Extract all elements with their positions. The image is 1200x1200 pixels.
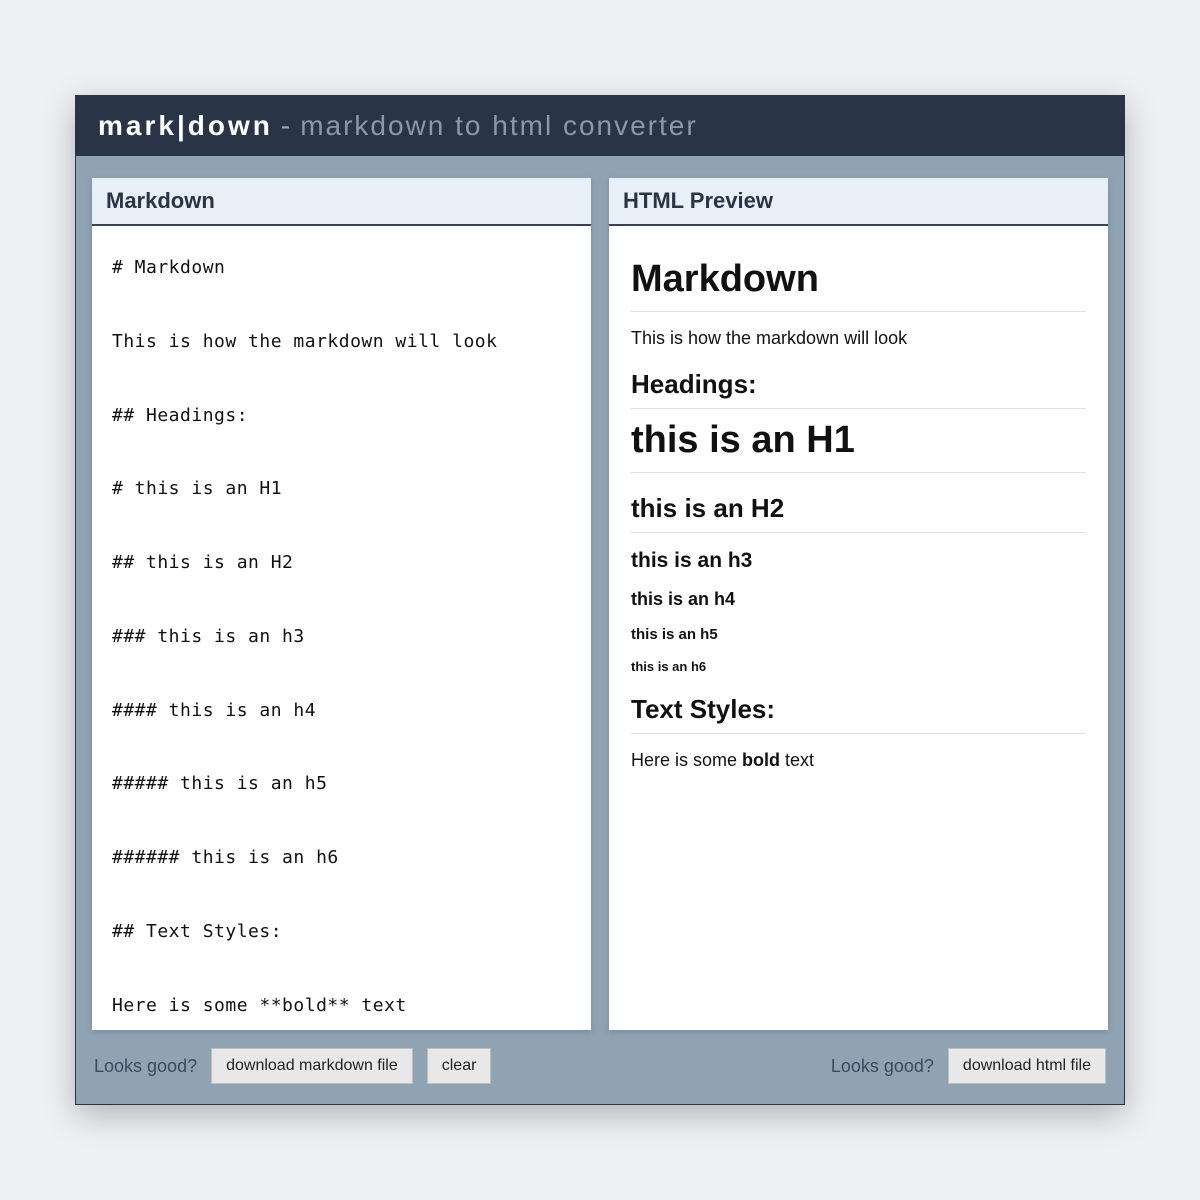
preview-panel: HTML Preview Markdown This is how the ma… xyxy=(609,178,1108,1030)
markdown-input[interactable] xyxy=(92,226,591,1030)
preview-h2-sample: this is an H2 xyxy=(631,493,1086,533)
html-preview: Markdown This is how the markdown will l… xyxy=(609,226,1108,1030)
preview-bold-post: text xyxy=(780,750,814,770)
markdown-panel: Markdown xyxy=(92,178,591,1030)
clear-button[interactable]: clear xyxy=(427,1048,492,1084)
titlebar: mark|down - markdown to html converter xyxy=(76,96,1124,156)
preview-h1-sample: this is an H1 xyxy=(631,419,1086,473)
title-separator: - xyxy=(281,110,292,142)
footer: Looks good? download markdown file clear… xyxy=(76,1030,1124,1104)
brand-logo: mark|down xyxy=(98,110,273,142)
preview-h6-sample: this is an h6 xyxy=(631,659,1086,674)
preview-h2-headings: Headings: xyxy=(631,369,1086,409)
footer-right-group: Looks good? download html file xyxy=(831,1048,1106,1084)
preview-h4-sample: this is an h4 xyxy=(631,589,1086,610)
preview-bold-paragraph: Here is some bold text xyxy=(631,750,1086,771)
preview-h5-sample: this is an h5 xyxy=(631,626,1086,643)
footer-left-group: Looks good? download markdown file clear xyxy=(94,1048,491,1084)
download-html-button[interactable]: download html file xyxy=(948,1048,1106,1084)
footer-left-label: Looks good? xyxy=(94,1056,197,1077)
preview-panel-body: Markdown This is how the markdown will l… xyxy=(609,226,1108,1030)
preview-h2-textstyles: Text Styles: xyxy=(631,694,1086,734)
preview-intro-paragraph: This is how the markdown will look xyxy=(631,328,1086,349)
preview-panel-title: HTML Preview xyxy=(609,178,1108,226)
markdown-panel-body xyxy=(92,226,591,1030)
download-markdown-button[interactable]: download markdown file xyxy=(211,1048,413,1084)
preview-bold-word: bold xyxy=(742,750,780,770)
preview-h3-sample: this is an h3 xyxy=(631,549,1086,573)
app-subtitle: markdown to html converter xyxy=(300,110,697,142)
markdown-panel-title: Markdown xyxy=(92,178,591,226)
preview-h1-main: Markdown xyxy=(631,258,1086,312)
footer-right-label: Looks good? xyxy=(831,1056,934,1077)
preview-bold-pre: Here is some xyxy=(631,750,742,770)
workspace: Markdown HTML Preview Markdown This is h… xyxy=(76,156,1124,1030)
app-window: mark|down - markdown to html converter M… xyxy=(75,95,1125,1105)
